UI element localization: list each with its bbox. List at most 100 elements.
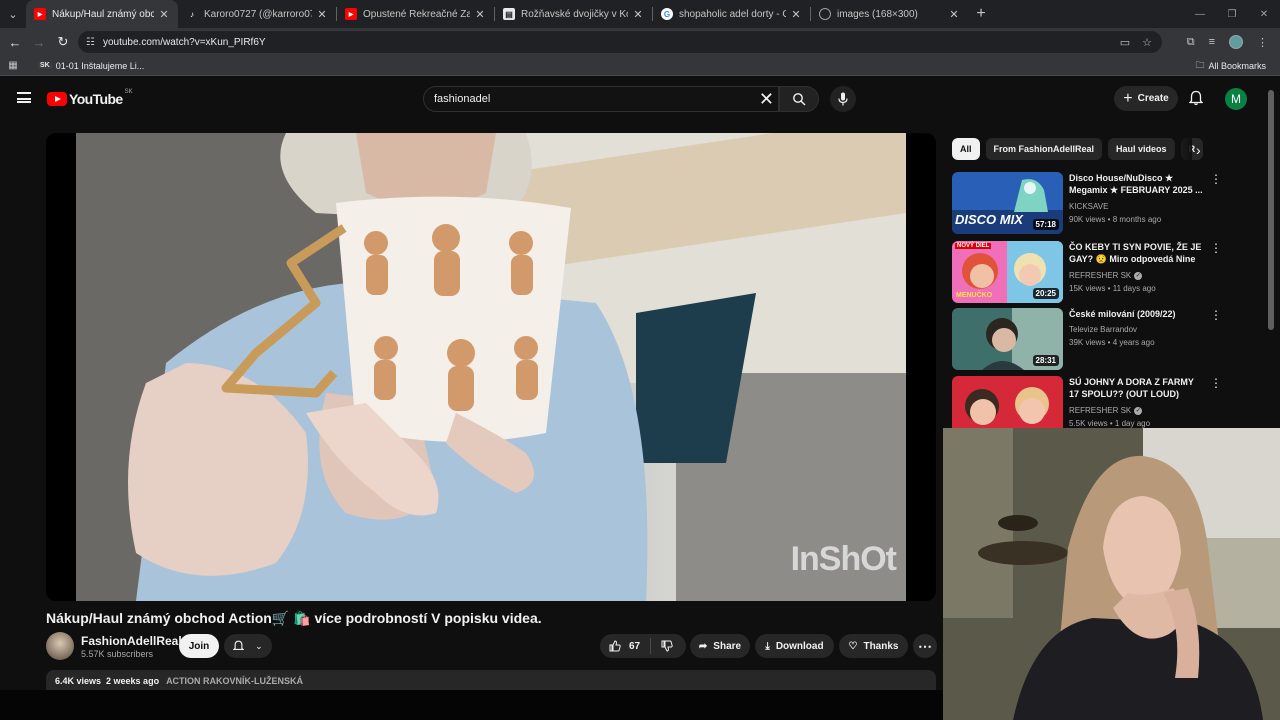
news-icon: ▤ [503,8,515,20]
all-bookmarks-button[interactable]: 🗀 All Bookmarks [1195,58,1266,74]
create-button[interactable]: + Create [1114,86,1178,111]
like-button[interactable]: 67 [600,638,652,654]
reload-icon[interactable]: ↻ [51,34,75,50]
forward-icon[interactable]: → [27,35,51,50]
close-tab-icon[interactable]: ✕ [158,8,170,21]
video-thumbnail[interactable]: DISCO MIX 57:18 [952,172,1063,234]
address-bar[interactable]: ☷ youtube.com/watch?v=xKun_PIRf6Y ▭ ☆ [78,31,1162,53]
recommendation-item[interactable]: 28:31 České milování (2009/22) Televize … [952,308,1252,372]
microphone-icon [838,92,848,106]
video-title: Nákup/Haul známý obchod Action🛒 🛍️ více … [46,610,542,626]
bookmark-star-icon[interactable]: ☆ [1142,36,1152,49]
close-tab-icon[interactable]: ✕ [316,8,328,21]
more-options-icon[interactable]: ⋮ [1210,173,1222,185]
download-button[interactable]: ⤓ Download [755,634,834,658]
tab-title: shopaholic adel dorty - Google [679,8,786,20]
apps-grid-icon[interactable]: ▦ [0,60,26,71]
chevron-right-icon[interactable]: › [1196,142,1201,158]
all-bookmarks-label: All Bookmarks [1208,60,1266,71]
bell-icon [233,640,245,650]
recommendation-channel[interactable]: REFRESHER SK ✓ [1069,406,1143,415]
recommendation-title[interactable]: ČO KEBY TI SYN POVIE, ŽE JE GAY? 😟 Miro … [1069,241,1204,265]
clear-search-icon[interactable]: ✕ [759,89,774,109]
more-options-icon[interactable]: ⋮ [1210,309,1222,321]
account-avatar[interactable]: M [1225,88,1247,110]
inshot-watermark: InShOt [790,540,897,578]
tab-title: Nákup/Haul známý obchod Act [52,8,154,20]
close-tab-icon[interactable]: ✕ [948,8,960,21]
verified-check-icon: ✓ [1134,406,1143,415]
channel-avatar[interactable] [46,632,74,660]
recommendation-channel[interactable]: REFRESHER SK ✓ [1069,271,1143,280]
chip-haul-videos[interactable]: Haul videos [1108,138,1175,160]
browser-tab-5[interactable]: G shopaholic adel dorty - Google ✕ [653,0,810,28]
page-scrollbar[interactable] [1268,90,1274,330]
thumbnail-caption: DISCO MIX [955,212,1023,227]
recommendation-title[interactable]: České milování (2009/22) [1069,308,1204,320]
more-options-icon[interactable]: ⋮ [1210,242,1222,254]
youtube-logo[interactable]: YouTube SK [47,89,133,107]
search-input[interactable]: fashionadel ✕ [423,86,779,112]
close-window-icon[interactable]: ✕ [1248,9,1280,20]
recommendation-item[interactable]: NOVÝ DIEL MENUČKO 20:25 ČO KEBY TI SYN P… [952,241,1252,305]
bookmark-favicon: SK [38,62,52,69]
lower-letterbox [0,690,943,720]
bookmark-item[interactable]: SK 01-01 Inštalujeme Li... [38,61,144,71]
youtube-play-icon [47,92,67,106]
video-thumbnail[interactable]: 28:31 [952,308,1063,370]
bookmark-label: 01-01 Inštalujeme Li... [55,60,145,71]
notifications-bell-icon[interactable] [1189,90,1203,106]
url-text[interactable]: youtube.com/watch?v=xKun_PIRf6Y [103,37,266,48]
recommendation-meta: 39K views • 4 years ago [1069,338,1155,347]
globe-icon [819,8,831,20]
browser-tab-3[interactable]: ▶ Opustené Rekreačné Zariadenia ✕ [337,0,494,28]
close-tab-icon[interactable]: ✕ [790,8,802,21]
close-tab-icon[interactable]: ✕ [632,8,644,21]
more-options-icon[interactable]: ⋮ [1210,377,1222,389]
video-thumbnail[interactable]: NOVÝ DIEL MENUČKO 20:25 [952,241,1063,303]
recommendation-channel[interactable]: KICKSAVE [1069,202,1108,211]
thumbnail-badge: NOVÝ DIEL [955,243,992,249]
profile-avatar-icon[interactable] [1229,35,1243,49]
webcam-overlay [943,428,1280,720]
video-frame[interactable]: InShOt [76,133,906,601]
browser-tab-4[interactable]: ▤ Rožňavské dvojičky v Košiciach ✕ [495,0,652,28]
restore-icon[interactable]: ❐ [1216,9,1248,20]
subscriber-count: 5.57K subscribers [81,649,154,659]
thanks-button[interactable]: ♡ Thanks [839,634,908,658]
cast-icon[interactable]: ▭ [1120,36,1130,49]
browser-tab-6[interactable]: images (168×300) ✕ [811,0,968,28]
join-button[interactable]: Join [179,634,219,658]
recommendation-channel[interactable]: Televize Barrandov [1069,325,1137,334]
tab-title: Rožňavské dvojičky v Košiciach [521,8,628,20]
chip-from-channel[interactable]: From FashionAdellReal [985,138,1103,160]
site-info-icon[interactable]: ☷ [86,37,95,48]
search-query[interactable]: fashionadel [434,93,490,105]
browser-menu-icon[interactable]: ⋮ [1257,36,1268,49]
chip-all[interactable]: All [952,138,980,160]
menu-icon[interactable] [17,92,31,103]
video-player[interactable]: InShOt [46,133,936,601]
back-icon[interactable]: ← [3,35,27,50]
share-arrow-icon: ➦ [698,640,708,652]
new-tab-icon[interactable]: + [968,5,994,23]
screen: ⌄ ▶ Nákup/Haul známý obchod Act ✕ ♪ Karo… [0,0,1280,720]
dislike-button[interactable] [651,640,673,652]
channel-name[interactable]: FashionAdellReal [81,634,182,648]
voice-search-button[interactable] [830,86,856,112]
search-button[interactable] [779,86,819,112]
close-tab-icon[interactable]: ✕ [474,8,486,21]
media-controls-icon[interactable]: ≡ [1209,36,1215,48]
recommendation-item[interactable]: DISCO MIX 57:18 Disco House/NuDisco ★ Me… [952,172,1252,236]
more-actions-icon[interactable]: ⋯ [913,634,937,658]
browser-tab-1[interactable]: ▶ Nákup/Haul známý obchod Act ✕ [26,0,178,28]
tab-search-menu-icon[interactable]: ⌄ [0,0,26,28]
recommendation-meta: 15K views • 11 days ago [1069,284,1156,293]
extensions-icon[interactable]: ⧉ [1187,36,1195,49]
recommendation-title[interactable]: SÚ JOHNY A DORA Z FARMY 17 SPOLU?? (OUT … [1069,376,1204,400]
subscription-bell-button[interactable]: ⌄ [224,634,272,658]
share-button[interactable]: ➦ Share [690,634,750,658]
browser-tab-2[interactable]: ♪ Karoro0727 (@karroro0727) | Ti ✕ [178,0,336,28]
minimize-icon[interactable]: — [1184,9,1216,20]
recommendation-title[interactable]: Disco House/NuDisco ★ Megamix ★ FEBRUARY… [1069,172,1204,196]
